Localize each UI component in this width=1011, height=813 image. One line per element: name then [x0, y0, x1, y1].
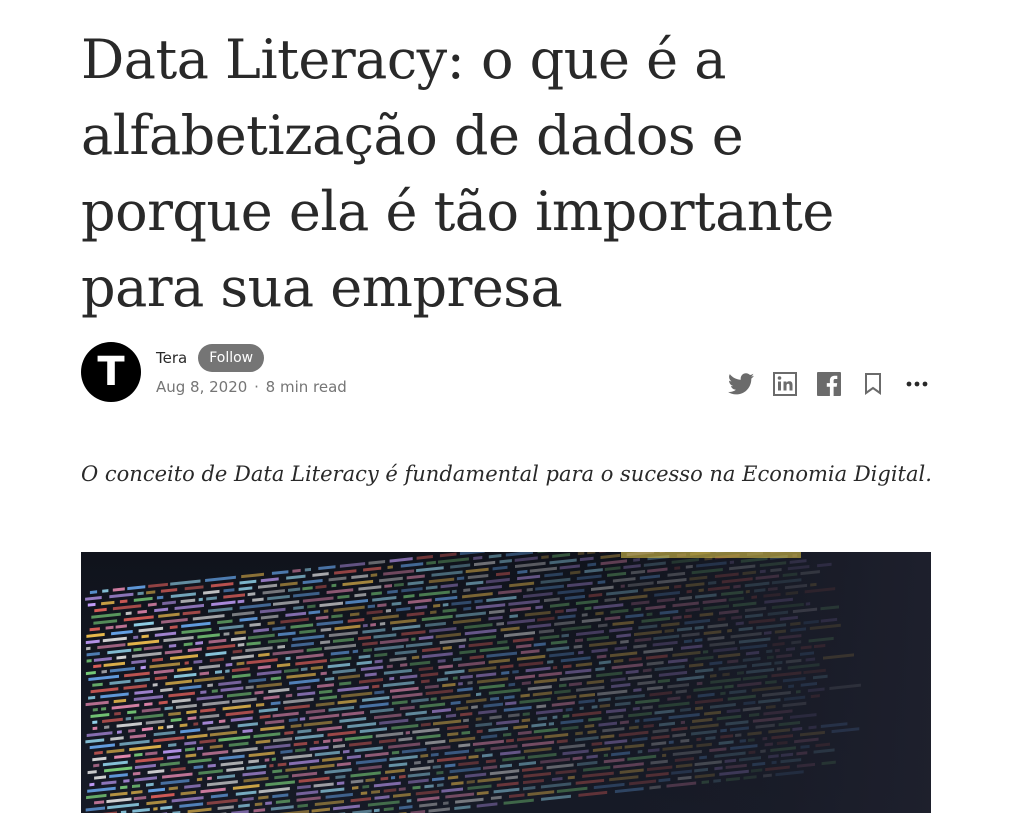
linkedin-share-button[interactable]	[771, 370, 799, 398]
author-name[interactable]: Tera	[156, 349, 187, 367]
article-header: Data Literacy: o que é a alfabetização d…	[81, 0, 931, 402]
article-title: Data Literacy: o que é a alfabetização d…	[81, 28, 834, 319]
bookmark-icon	[865, 373, 881, 395]
twitter-share-button[interactable]	[727, 370, 755, 398]
publish-date: Aug 8, 2020	[156, 378, 248, 396]
author-avatar[interactable]: T	[81, 342, 141, 402]
facebook-share-button[interactable]	[815, 370, 843, 398]
article-subtitle: O conceito de Data Literacy é fundamenta…	[81, 462, 932, 486]
code-screen-image	[85, 552, 861, 813]
author-row: Tera Follow	[156, 344, 265, 372]
read-time: 8 min read	[265, 378, 347, 396]
more-options-button[interactable]	[903, 370, 931, 398]
linkedin-icon	[773, 372, 797, 396]
more-icon	[906, 381, 928, 387]
twitter-icon	[728, 373, 754, 395]
bookmark-button[interactable]	[859, 370, 887, 398]
post-meta: Aug 8, 2020 · 8 min read	[156, 378, 347, 396]
follow-button[interactable]: Follow	[198, 344, 265, 372]
share-actions	[711, 370, 931, 398]
byline: T Tera Follow Aug 8, 2020 · 8 min read	[81, 342, 931, 402]
hero-image	[81, 552, 931, 813]
facebook-icon	[817, 372, 841, 396]
meta-separator: ·	[254, 378, 259, 396]
